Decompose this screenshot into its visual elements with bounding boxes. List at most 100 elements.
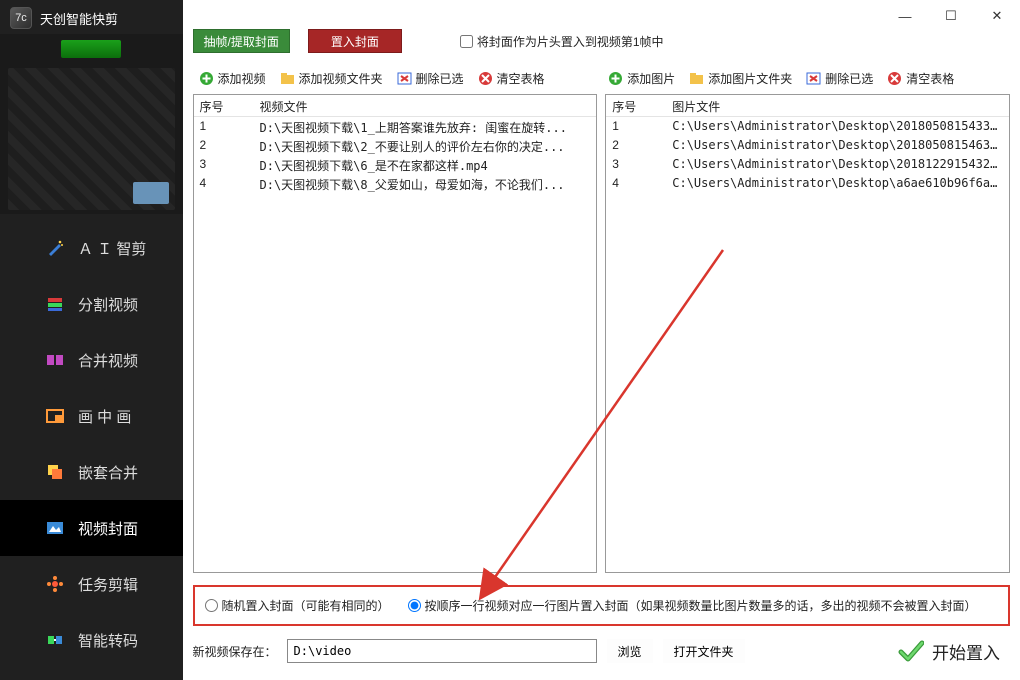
sidebar-item-label: 智能转码 <box>78 630 138 651</box>
sidebar-nav: Ａ Ｉ 智剪 分割视频 合并视频 画 中 画 嵌套合并 视频封面 <box>0 220 183 668</box>
minimize-button[interactable]: — <box>882 0 928 32</box>
cell-file: D:\天图视频下载\8_父爱如山，母爱如海，不论我们... <box>254 174 597 193</box>
insert-first-frame-checkbox[interactable]: 将封面作为片头置入到视频第1帧中 <box>460 33 664 50</box>
table-row[interactable]: 4C:\Users\Administrator\Desktop\a6ae610b… <box>606 174 1009 193</box>
sidebar-preview <box>0 34 183 214</box>
cell-index: 2 <box>194 136 254 155</box>
table-row[interactable]: 2C:\Users\Administrator\Desktop\20180508… <box>606 136 1009 155</box>
layers-icon <box>46 463 64 481</box>
video-col-file: 视频文件 <box>254 95 597 116</box>
random-cover-radio-input[interactable] <box>205 599 218 612</box>
sidebar-item-pip[interactable]: 画 中 画 <box>0 388 183 444</box>
table-row[interactable]: 3C:\Users\Administrator\Desktop\20181229… <box>606 155 1009 174</box>
image-icon <box>46 519 64 537</box>
folder-icon <box>689 71 704 86</box>
cell-index: 1 <box>194 117 254 136</box>
stack-icon <box>46 295 64 313</box>
cell-file: C:\Users\Administrator\Desktop\a6ae610b9… <box>666 174 1009 193</box>
app-logo-icon: 7c <box>10 7 32 29</box>
sidebar-item-nested-merge[interactable]: 嵌套合并 <box>0 444 183 500</box>
insert-cover-button[interactable]: 置入封面 <box>308 29 402 53</box>
flower-icon <box>46 575 64 593</box>
sidebar-item-video-cover[interactable]: 视频封面 <box>0 500 183 556</box>
sidebar-item-transcode[interactable]: 智能转码 <box>0 612 183 668</box>
sidebar-item-split-video[interactable]: 分割视频 <box>0 276 183 332</box>
checkbox-label: 将封面作为片头置入到视频第1帧中 <box>477 33 664 50</box>
app-title: 天创智能快剪 <box>40 9 118 28</box>
table-row[interactable]: 2D:\天图视频下载\2_不要让别人的评价左右你的决定... <box>194 136 597 155</box>
toolbar-row: 添加视频 添加视频文件夹 删除已选 清空表格 添加图片 添加图片文件夹 删除已选… <box>193 64 1011 92</box>
cell-index: 1 <box>606 117 666 136</box>
image-col-file: 图片文件 <box>666 95 1009 116</box>
sidebar-item-label: 分割视频 <box>78 294 138 315</box>
video-table: 序号 视频文件 1D:\天图视频下载\1_上期答案谁先放弃: 闺蜜在旋转...2… <box>193 94 598 573</box>
radio-label: 按顺序一行视频对应一行图片置入封面（如果视频数量比图片数量多的话，多出的视频不会… <box>425 597 977 614</box>
clear-image-table-button[interactable]: 清空表格 <box>883 68 958 89</box>
start-button-label: 开始置入 <box>932 639 1000 664</box>
bottom-row: 新视频保存在： 浏览 打开文件夹 开始置入 <box>193 636 1011 680</box>
image-toolbar: 添加图片 添加图片文件夹 删除已选 清空表格 <box>602 64 1010 92</box>
insert-first-frame-checkbox-input[interactable] <box>460 35 473 48</box>
image-col-index: 序号 <box>606 95 666 116</box>
clear-video-table-button[interactable]: 清空表格 <box>474 68 549 89</box>
save-path-label: 新视频保存在： <box>193 643 277 660</box>
table-row[interactable]: 1C:\Users\Administrator\Desktop\20180508… <box>606 117 1009 136</box>
video-toolbar: 添加视频 添加视频文件夹 删除已选 清空表格 <box>193 64 601 92</box>
clear-icon <box>887 71 902 86</box>
sidebar-item-ai-clip[interactable]: Ａ Ｉ 智剪 <box>0 220 183 276</box>
folder-icon <box>280 71 295 86</box>
cell-index: 3 <box>606 155 666 174</box>
add-video-button[interactable]: 添加视频 <box>195 68 270 89</box>
sidebar-item-label: 任务剪辑 <box>78 574 138 595</box>
sidebar-item-merge-video[interactable]: 合并视频 <box>0 332 183 388</box>
extract-frame-button[interactable]: 抽帧/提取封面 <box>193 29 290 53</box>
delete-icon <box>806 71 821 86</box>
cell-file: D:\天图视频下载\2_不要让别人的评价左右你的决定... <box>254 136 597 155</box>
sequential-cover-radio-input[interactable] <box>408 599 421 612</box>
sidebar-item-label: Ａ Ｉ 智剪 <box>78 238 146 259</box>
titlebar: 7c 天创智能快剪 <box>0 0 183 32</box>
wand-icon <box>46 239 64 257</box>
cell-file: D:\天图视频下载\1_上期答案谁先放弃: 闺蜜在旋转... <box>254 117 597 136</box>
image-table-body[interactable]: 1C:\Users\Administrator\Desktop\20180508… <box>606 117 1009 572</box>
clear-icon <box>478 71 493 86</box>
save-path-input[interactable] <box>287 639 597 663</box>
window-controls: — ☐ ✕ <box>882 0 1020 32</box>
table-row[interactable]: 3D:\天图视频下载\6_是不在家都这样.mp4 <box>194 155 597 174</box>
sequential-cover-radio[interactable]: 按顺序一行视频对应一行图片置入封面（如果视频数量比图片数量多的话，多出的视频不会… <box>408 597 977 614</box>
cell-index: 3 <box>194 155 254 174</box>
close-button[interactable]: ✕ <box>974 0 1020 32</box>
video-col-index: 序号 <box>194 95 254 116</box>
table-row[interactable]: 1D:\天图视频下载\1_上期答案谁先放弃: 闺蜜在旋转... <box>194 117 597 136</box>
sidebar-item-label: 画 中 画 <box>78 406 131 427</box>
cell-file: C:\Users\Administrator\Desktop\201805081… <box>666 117 1009 136</box>
sidebar-item-label: 合并视频 <box>78 350 138 371</box>
main-panel: — ☐ ✕ 抽帧/提取封面 置入封面 将封面作为片头置入到视频第1帧中 添加视频… <box>183 0 1020 680</box>
add-icon <box>199 71 214 86</box>
sidebar-item-task-clip[interactable]: 任务剪辑 <box>0 556 183 612</box>
open-folder-button[interactable]: 打开文件夹 <box>663 639 745 663</box>
add-icon <box>608 71 623 86</box>
cell-index: 4 <box>194 174 254 193</box>
sidebar-item-label: 视频封面 <box>78 518 138 539</box>
start-insert-button[interactable]: 开始置入 <box>888 636 1010 666</box>
check-icon <box>898 638 924 664</box>
delete-icon <box>397 71 412 86</box>
add-image-folder-button[interactable]: 添加图片文件夹 <box>685 68 796 89</box>
convert-icon <box>46 631 64 649</box>
delete-selected-image-button[interactable]: 删除已选 <box>802 68 877 89</box>
tables-row: 序号 视频文件 1D:\天图视频下载\1_上期答案谁先放弃: 闺蜜在旋转...2… <box>193 94 1011 573</box>
cell-file: C:\Users\Administrator\Desktop\201805081… <box>666 136 1009 155</box>
table-row[interactable]: 4D:\天图视频下载\8_父爱如山，母爱如海，不论我们... <box>194 174 597 193</box>
random-cover-radio[interactable]: 随机置入封面（可能有相同的） <box>205 597 390 614</box>
maximize-button[interactable]: ☐ <box>928 0 974 32</box>
delete-selected-video-button[interactable]: 删除已选 <box>393 68 468 89</box>
browse-button[interactable]: 浏览 <box>607 639 653 663</box>
add-image-button[interactable]: 添加图片 <box>604 68 679 89</box>
video-table-body[interactable]: 1D:\天图视频下载\1_上期答案谁先放弃: 闺蜜在旋转...2D:\天图视频下… <box>194 117 597 572</box>
cell-index: 2 <box>606 136 666 155</box>
image-table: 序号 图片文件 1C:\Users\Administrator\Desktop\… <box>605 94 1010 573</box>
pip-icon <box>46 407 64 425</box>
add-video-folder-button[interactable]: 添加视频文件夹 <box>276 68 387 89</box>
cover-mode-options: 随机置入封面（可能有相同的） 按顺序一行视频对应一行图片置入封面（如果视频数量比… <box>193 585 1011 626</box>
